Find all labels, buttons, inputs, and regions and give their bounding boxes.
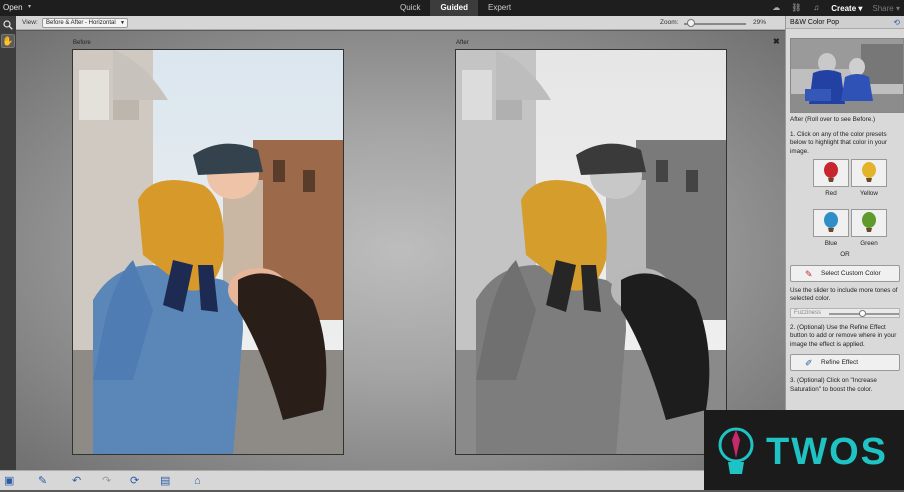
tool-options-icon[interactable]: ✎ — [38, 474, 47, 488]
refine-effect-label: Refine Effect — [821, 359, 859, 366]
preset-red-label: Red — [825, 190, 837, 197]
undo-icon[interactable]: ↶ — [72, 474, 81, 488]
home-icon[interactable]: ⌂ — [194, 474, 201, 488]
after-label: After — [456, 40, 469, 46]
rotate-icon[interactable]: ⟳ — [130, 474, 139, 488]
cloud-icon[interactable]: ☁ — [771, 4, 781, 12]
reset-icon[interactable]: ⟲ — [893, 18, 900, 27]
options-bar: View: Before & After - Horizontal ▼ Zoom… — [16, 16, 785, 30]
create-button[interactable]: Create ▾ — [831, 4, 862, 13]
or-label: OR — [840, 251, 850, 258]
zoom-tool-icon[interactable] — [1, 18, 15, 32]
preset-green-button[interactable] — [851, 209, 887, 237]
refine-effect-button[interactable]: ✐ Refine Effect — [790, 354, 900, 371]
preset-blue-button[interactable] — [813, 209, 849, 237]
top-bar: Open ▾ Quick Guided Expert ☁ ⛓ ♫ Create … — [0, 0, 904, 16]
preset-yellow-button[interactable] — [851, 159, 887, 187]
share-button[interactable]: Share ▾ — [872, 4, 900, 13]
after-note: After (Roll over to see Before.) — [790, 116, 876, 123]
fuzziness-slider[interactable]: Fuzziness — [790, 307, 900, 318]
tab-expert[interactable]: Expert — [478, 0, 521, 16]
balloon-red-icon — [824, 162, 838, 182]
preset-red-button[interactable] — [813, 159, 849, 187]
chevron-down-icon[interactable]: ▾ — [28, 3, 31, 10]
panel-title: B&W Color Pop — [790, 19, 840, 26]
step2-text: 2. (Optional) Use the Refine Effect butt… — [790, 323, 897, 348]
bell-icon[interactable]: ♫ — [811, 4, 821, 12]
select-custom-color-button[interactable]: ✎ Select Custom Color — [790, 264, 900, 282]
before-label: Before — [73, 40, 91, 46]
preview-thumbnail — [790, 38, 904, 113]
tab-quick[interactable]: Quick — [390, 0, 430, 16]
preset-green-label: Green — [860, 240, 878, 247]
fuzziness-label: Fuzziness — [794, 309, 822, 316]
link-icon[interactable]: ⛓ — [791, 4, 801, 12]
zoom-label: Zoom: — [660, 19, 679, 26]
svg-text:TWOS: TWOS — [766, 431, 888, 473]
mode-tabs: Quick Guided Expert — [390, 0, 521, 16]
after-photo — [455, 49, 727, 455]
twos-watermark-logo: TWOS — [704, 410, 904, 490]
tab-guided[interactable]: Guided — [430, 0, 479, 16]
layout-icon[interactable]: ▤ — [160, 474, 170, 488]
preset-blue-label: Blue — [824, 240, 838, 247]
preset-yellow-label: Yellow — [860, 190, 878, 197]
brush-icon: ✐ — [805, 358, 813, 368]
select-custom-color-label: Select Custom Color — [821, 269, 881, 277]
photo-bin-icon[interactable]: ▣ — [4, 474, 14, 488]
topbar-actions: ☁ ⛓ ♫ Create ▾ Share ▾ — [771, 0, 900, 16]
step1-text: 1. Click on any of the color presets bel… — [790, 130, 887, 155]
canvas: ✖ Before After — [16, 31, 785, 470]
view-select[interactable]: Before & After - Horizontal ▼ — [42, 18, 128, 28]
slider-note: Use the slider to include more tones of … — [790, 286, 898, 303]
step3-text: 3. (Optional) Click on "Increase Saturat… — [790, 377, 877, 393]
hand-tool-icon[interactable]: ✋ — [1, 34, 15, 48]
zoom-slider-thumb[interactable] — [687, 19, 695, 27]
open-menu[interactable]: Open — [3, 3, 23, 12]
balloon-green-icon — [862, 212, 876, 232]
chevron-down-icon: ▼ — [120, 20, 125, 26]
before-photo — [72, 49, 344, 455]
view-label: View: — [22, 19, 38, 26]
guided-panel: B&W Color Pop ⟲ After (Roll over to see … — [785, 16, 904, 470]
view-select-value: Before & After - Horizontal — [46, 20, 116, 26]
fuzziness-thumb[interactable] — [859, 309, 866, 317]
close-icon[interactable]: ✖ — [773, 37, 780, 46]
redo-icon[interactable]: ↷ — [102, 474, 111, 488]
zoom-value: 29% — [753, 19, 767, 26]
panel-header: B&W Color Pop ⟲ — [786, 16, 904, 29]
balloon-yellow-icon — [862, 162, 876, 182]
color-presets: Red Yellow Blue Green — [813, 159, 904, 247]
balloon-blue-icon — [824, 212, 838, 232]
tool-strip: ✋ — [0, 16, 16, 470]
eyedropper-icon: ✎ — [805, 268, 813, 279]
